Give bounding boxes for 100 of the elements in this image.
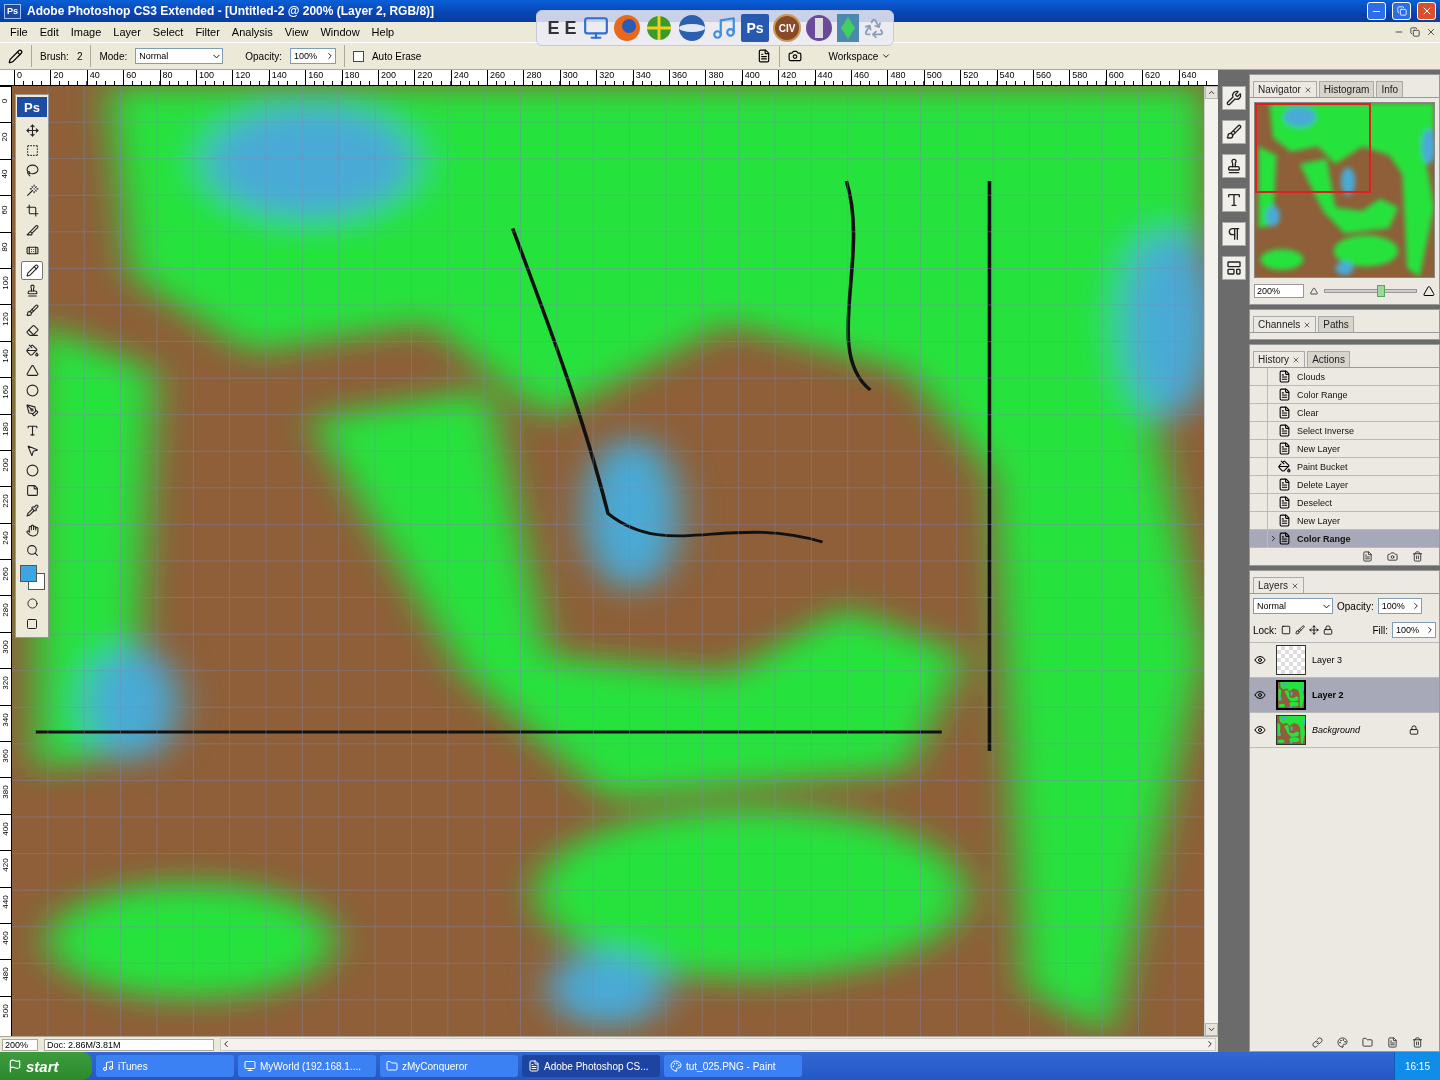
folder-icon[interactable] xyxy=(1362,1037,1373,1048)
history-item[interactable]: Color Range xyxy=(1250,530,1439,548)
view-rectangle[interactable] xyxy=(1255,103,1372,194)
layout-icon xyxy=(1226,260,1242,276)
scroll-right-icon[interactable] xyxy=(1205,1039,1215,1049)
character-button[interactable] xyxy=(1222,188,1246,212)
history-item[interactable]: Clear xyxy=(1250,404,1439,422)
zoom-level-field[interactable]: 200% xyxy=(2,1038,38,1051)
zoom-out-icon[interactable] xyxy=(1310,287,1318,295)
history-item[interactable]: Paint Bucket xyxy=(1250,458,1439,476)
layer-comps-button[interactable] xyxy=(1222,256,1246,280)
camera-icon[interactable] xyxy=(788,49,803,63)
layer-row[interactable]: Layer 2 xyxy=(1250,677,1439,712)
close-button[interactable] xyxy=(1417,2,1436,20)
auto-erase-checkbox[interactable] xyxy=(352,50,364,62)
dock-logo[interactable]: E E xyxy=(545,14,579,42)
photoshop-dock-icon[interactable]: Ps xyxy=(741,14,769,42)
history-item[interactable]: Delete Layer xyxy=(1250,476,1439,494)
restore-button[interactable] xyxy=(1392,2,1411,20)
workspace-menu[interactable]: Workspace xyxy=(828,50,879,62)
civ-dock-icon[interactable]: CIV xyxy=(773,14,801,42)
menu-item[interactable]: Image xyxy=(64,24,108,40)
layer-style-icon[interactable] xyxy=(1337,1037,1348,1048)
history-tab[interactable]: Actions xyxy=(1307,351,1350,367)
lock-transparency-icon[interactable] xyxy=(1280,625,1291,635)
monitor-icon[interactable] xyxy=(583,15,609,41)
menu-item[interactable]: Window xyxy=(314,24,366,40)
navigator-tab[interactable]: Info xyxy=(1376,81,1404,97)
history-item[interactable]: New Layer xyxy=(1250,512,1439,530)
navigator-tab[interactable]: Histogram xyxy=(1318,81,1375,97)
channels-tab[interactable]: Paths xyxy=(1318,316,1354,332)
history-item[interactable]: Color Range xyxy=(1250,386,1439,404)
menu-item[interactable]: File xyxy=(4,24,34,40)
new-layer-icon[interactable] xyxy=(1387,1037,1398,1048)
scroll-down-icon[interactable] xyxy=(1207,1025,1216,1034)
visibility-eye-icon[interactable] xyxy=(1254,689,1266,701)
start-button[interactable]: start xyxy=(0,1052,92,1080)
minimize-button[interactable] xyxy=(1367,2,1386,20)
pencil-tool[interactable] xyxy=(21,261,43,280)
history-item[interactable]: New Layer xyxy=(1250,440,1439,458)
menu-item[interactable]: View xyxy=(278,24,315,40)
close-icon[interactable] xyxy=(1291,582,1299,591)
trash-icon[interactable] xyxy=(1412,1037,1423,1048)
history-item[interactable]: Clouds xyxy=(1250,368,1439,386)
fox-globe-icon[interactable] xyxy=(613,14,641,42)
history-item[interactable]: Select Inverse xyxy=(1250,422,1439,440)
zoom-in-icon[interactable] xyxy=(1423,285,1435,297)
lock-pixels-icon[interactable] xyxy=(1294,625,1305,635)
music-note-icon[interactable] xyxy=(711,15,737,41)
lock-position-icon[interactable] xyxy=(1308,625,1319,635)
scroll-up-icon[interactable] xyxy=(1207,88,1216,97)
restore-icon[interactable] xyxy=(1410,27,1420,37)
navigator-tab[interactable]: Navigator xyxy=(1253,81,1317,97)
close-icon[interactable] xyxy=(1303,321,1312,330)
taskbar-button[interactable]: tut_025.PNG - Paint xyxy=(664,1055,802,1077)
menu-item[interactable]: Layer xyxy=(107,24,147,40)
brush-size[interactable]: 2 xyxy=(76,50,83,62)
menu-item[interactable]: Select xyxy=(146,24,190,40)
slider-thumb[interactable] xyxy=(1377,285,1386,297)
menu-item[interactable]: Edit xyxy=(33,24,65,40)
pencil-tool-icon[interactable] xyxy=(8,48,23,64)
layer-row[interactable]: Background xyxy=(1250,712,1439,747)
scroll-left-icon[interactable] xyxy=(221,1039,231,1049)
zoom-field[interactable]: 200% xyxy=(1254,284,1304,298)
ruler-label: 320 xyxy=(596,70,633,85)
layers-tab[interactable]: Layers xyxy=(1253,577,1304,593)
brushes-button[interactable] xyxy=(1222,120,1246,144)
lock-all-icon[interactable] xyxy=(1322,625,1333,635)
menu-item[interactable]: Filter xyxy=(189,24,226,40)
foreground-color-swatch[interactable] xyxy=(20,565,37,582)
taskbar-button[interactable]: zMyConqueror xyxy=(380,1055,518,1077)
taskbar-button[interactable]: iTunes xyxy=(96,1055,234,1077)
new-document-icon[interactable] xyxy=(1362,551,1373,562)
close-icon[interactable] xyxy=(1303,86,1312,95)
ruler-label: 280 xyxy=(523,70,560,85)
taskbar-button[interactable]: Adobe Photoshop CS... xyxy=(522,1055,660,1077)
close-icon[interactable] xyxy=(1292,356,1301,365)
link-icon[interactable] xyxy=(1312,1037,1323,1048)
arrow-right-icon[interactable] xyxy=(1425,625,1435,635)
horizontal-scrollbar[interactable] xyxy=(220,1038,1216,1051)
tools-button[interactable] xyxy=(1222,86,1246,110)
globe-icon[interactable] xyxy=(645,14,673,42)
clone-source-button[interactable] xyxy=(1222,154,1246,178)
trash-icon[interactable] xyxy=(1412,551,1423,562)
vertical-scrollbar[interactable] xyxy=(1204,86,1218,1036)
taskbar-button[interactable]: MyWorld (192.168.1.... xyxy=(238,1055,376,1077)
sphere-icon[interactable] xyxy=(677,14,707,42)
channels-tab[interactable]: Channels xyxy=(1253,316,1317,332)
visibility-eye-icon[interactable] xyxy=(1254,724,1266,736)
snapshot-icon[interactable] xyxy=(1387,551,1398,562)
menu-item[interactable]: Analysis xyxy=(225,24,279,40)
history-tab[interactable]: History xyxy=(1253,351,1306,367)
paragraph-button[interactable] xyxy=(1222,222,1246,246)
close-icon[interactable] xyxy=(1426,27,1436,37)
document-icon[interactable] xyxy=(757,49,772,63)
history-item[interactable]: Deselect xyxy=(1250,494,1439,512)
disc-icon[interactable] xyxy=(805,14,833,42)
visibility-eye-icon[interactable] xyxy=(1254,654,1266,666)
menu-item[interactable]: Help xyxy=(365,24,401,40)
layer-row[interactable]: Layer 3 xyxy=(1250,642,1439,677)
